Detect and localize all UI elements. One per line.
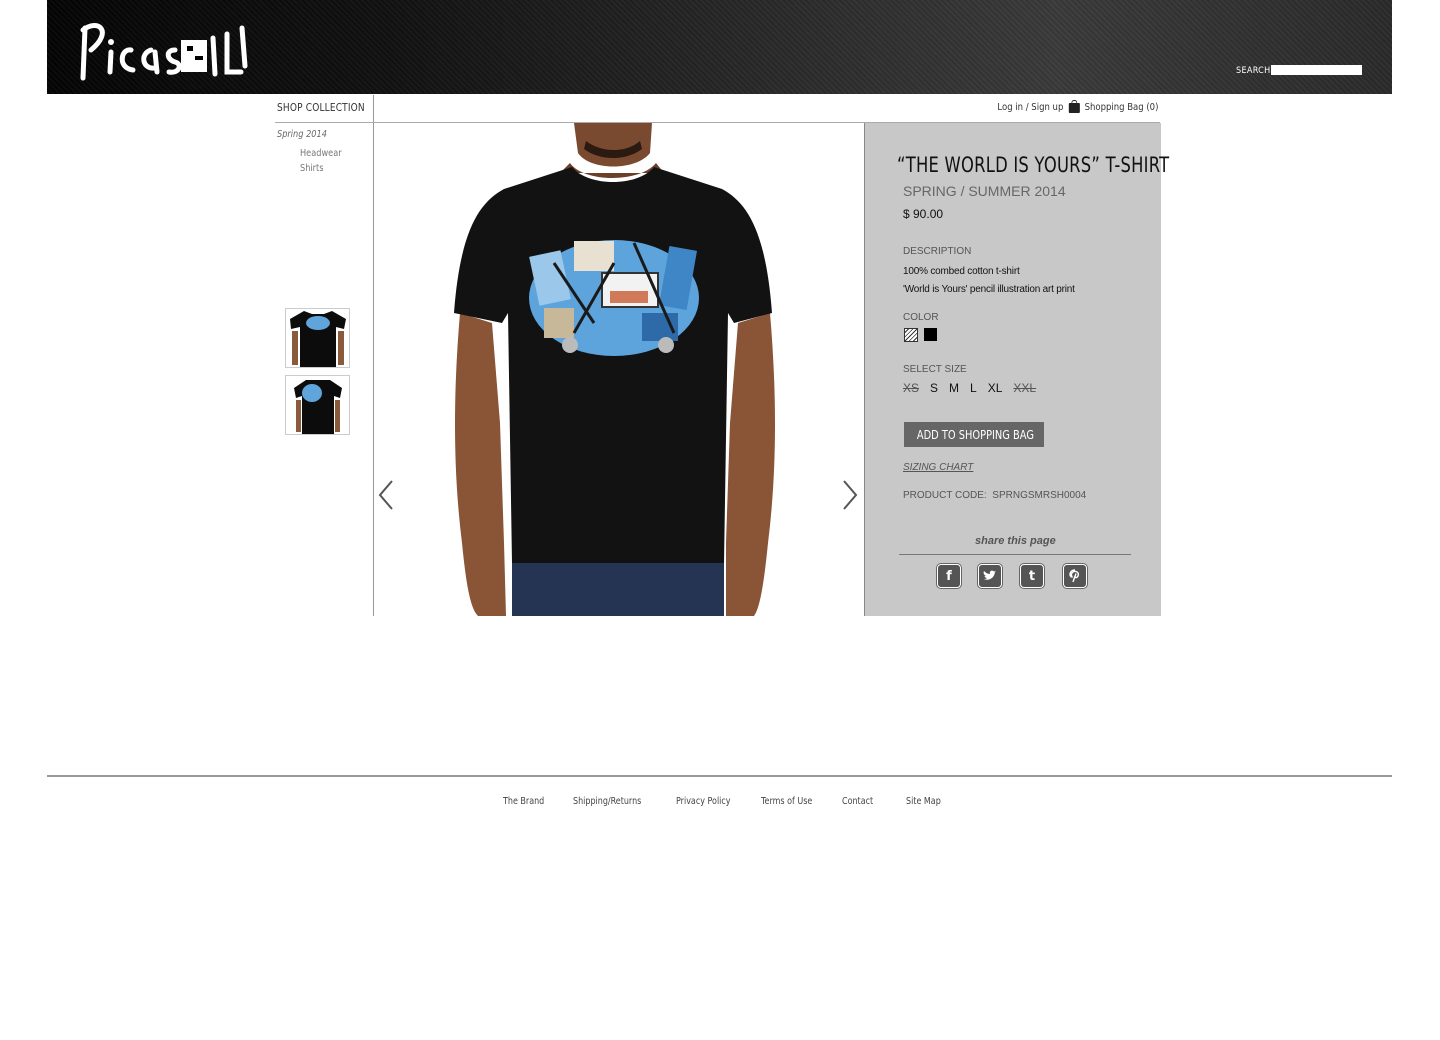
product-title: “THE WORLD IS YOURS” T-SHIRT — [897, 153, 1170, 177]
twitter-icon[interactable] — [978, 564, 1002, 588]
previous-image-arrow-icon[interactable] — [376, 479, 396, 511]
next-image-arrow-icon[interactable] — [840, 479, 860, 511]
size-s[interactable]: S — [930, 381, 938, 395]
sizing-chart-link[interactable]: SIZING CHART — [903, 462, 973, 473]
add-to-bag-label: ADD TO SHOPPING BAG — [916, 427, 1034, 442]
description-line-1: 100% combed cotton t-shirt — [903, 266, 1020, 277]
tumblr-icon[interactable]: t — [1020, 564, 1044, 588]
shopping-bag-icon[interactable] — [1068, 99, 1080, 113]
size-xxl[interactable]: XXL — [1013, 381, 1036, 395]
sidebar-item-shirts[interactable]: Shirts — [300, 163, 324, 174]
description-line-2: 'World is Yours' pencil illustration art… — [903, 284, 1075, 295]
site-header: SEARCH — [47, 0, 1392, 94]
footer-link-contact[interactable]: Contact — [842, 796, 873, 807]
product-image-stage — [374, 123, 864, 616]
footer-link-terms-of-use[interactable]: Terms of Use — [761, 796, 812, 807]
brand-logo[interactable] — [77, 10, 257, 84]
sidebar-divider — [275, 122, 373, 123]
share-divider — [899, 554, 1131, 555]
pinterest-icon[interactable] — [1063, 564, 1087, 588]
color-label: COLOR — [903, 312, 939, 323]
footer-link-site-map[interactable]: Site Map — [906, 796, 941, 807]
facebook-icon[interactable]: f — [937, 564, 961, 588]
search-input[interactable] — [1271, 65, 1362, 75]
thumbnail-front[interactable] — [285, 308, 350, 368]
color-swatch-pattern[interactable] — [904, 328, 918, 342]
size-selector: XS S M L XL XXL — [903, 381, 1047, 395]
footer-link-shipping-returns[interactable]: Shipping/Returns — [573, 796, 641, 807]
share-label: share this page — [975, 535, 1056, 547]
product-season: SPRING / SUMMER 2014 — [903, 183, 1066, 199]
size-xl[interactable]: XL — [988, 381, 1003, 395]
product-code-label: PRODUCT CODE: — [903, 490, 987, 501]
color-swatch-black[interactable] — [924, 328, 937, 341]
size-xs[interactable]: XS — [903, 381, 919, 395]
account-bar: Log in / Sign up Shopping Bag (0) — [997, 99, 1158, 113]
size-l[interactable]: L — [970, 381, 977, 395]
login-link[interactable]: Log in / Sign up — [997, 102, 1063, 113]
product-code: PRODUCT CODE: SPRNGSMRSH0004 — [903, 490, 1086, 501]
size-label: SELECT SIZE — [903, 364, 967, 375]
footer-link-privacy-policy[interactable]: Privacy Policy — [676, 796, 731, 807]
size-m[interactable]: M — [949, 381, 959, 395]
product-image — [374, 123, 864, 616]
shop-collection-title: SHOP COLLECTION — [277, 101, 365, 114]
sidebar-item-headwear[interactable]: Headwear — [300, 148, 342, 159]
description-label: DESCRIPTION — [903, 246, 972, 257]
product-code-value: SPRNGSMRSH0004 — [992, 490, 1087, 501]
shopping-bag-link[interactable]: Shopping Bag (0) — [1084, 102, 1158, 113]
thumbnail-back[interactable] — [285, 375, 350, 435]
search-label: SEARCH — [1236, 66, 1271, 76]
add-to-bag-button[interactable]: ADD TO SHOPPING BAG — [904, 422, 1044, 447]
sidebar-season-link[interactable]: Spring 2014 — [277, 129, 327, 140]
footer-divider — [47, 775, 1392, 777]
product-price: $ 90.00 — [903, 207, 944, 221]
footer-link-the-brand[interactable]: The Brand — [503, 796, 544, 807]
product-details-panel: “THE WORLD IS YOURS” T-SHIRT SPRING / SU… — [864, 123, 1169, 616]
